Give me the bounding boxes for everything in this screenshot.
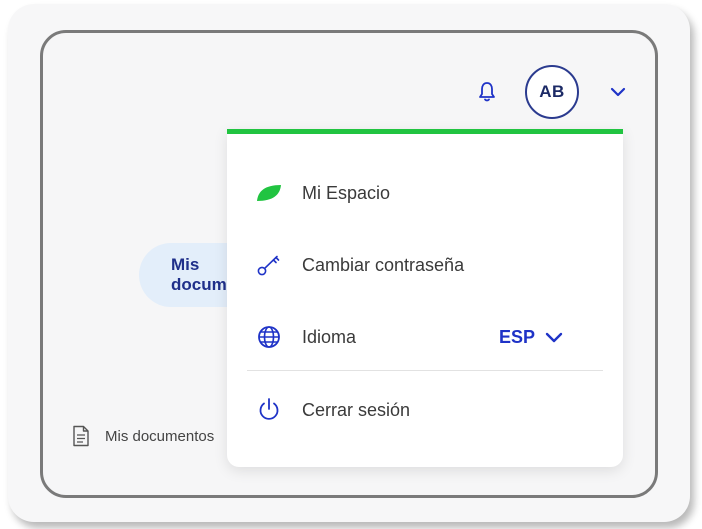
menu-item-cambiar-contrasena[interactable]: Cambiar contraseña: [227, 239, 623, 291]
menu-item-label: Mi Espacio: [302, 182, 391, 203]
chevron-down-icon: [545, 332, 563, 342]
avatar-initials: AB: [539, 82, 565, 101]
language-value: ESP: [499, 326, 536, 347]
language-select[interactable]: ESP: [499, 311, 563, 363]
mis-documentos-link-label: Mis documentos: [105, 427, 215, 445]
mis-documentos-link[interactable]: Mis documentos: [71, 425, 214, 447]
menu-item-mi-espacio[interactable]: Mi Espacio: [227, 167, 623, 219]
bell-icon[interactable]: [476, 80, 498, 104]
globe-icon: [255, 323, 283, 351]
menu-divider: [247, 370, 603, 371]
menu-item-label: Cerrar sesión: [302, 399, 411, 420]
key-icon: [255, 251, 283, 279]
menu-item-idioma[interactable]: Idioma ESP: [227, 311, 623, 363]
power-icon: [255, 396, 283, 424]
user-dropdown-menu: Mi Espacio Cambiar contraseña Idioma ESP…: [227, 129, 623, 467]
menu-item-cerrar-sesion[interactable]: Cerrar sesión: [227, 384, 623, 436]
menu-item-label: Cambiar contraseña: [302, 254, 465, 275]
document-icon: [71, 425, 91, 447]
leaf-icon: [255, 179, 283, 207]
screenshot-stage: AB Mis documentos Mis documentos Mi Espa…: [0, 0, 702, 529]
menu-item-label: Idioma: [302, 326, 357, 347]
avatar[interactable]: AB: [525, 65, 579, 119]
chevron-down-icon[interactable]: [607, 81, 629, 103]
